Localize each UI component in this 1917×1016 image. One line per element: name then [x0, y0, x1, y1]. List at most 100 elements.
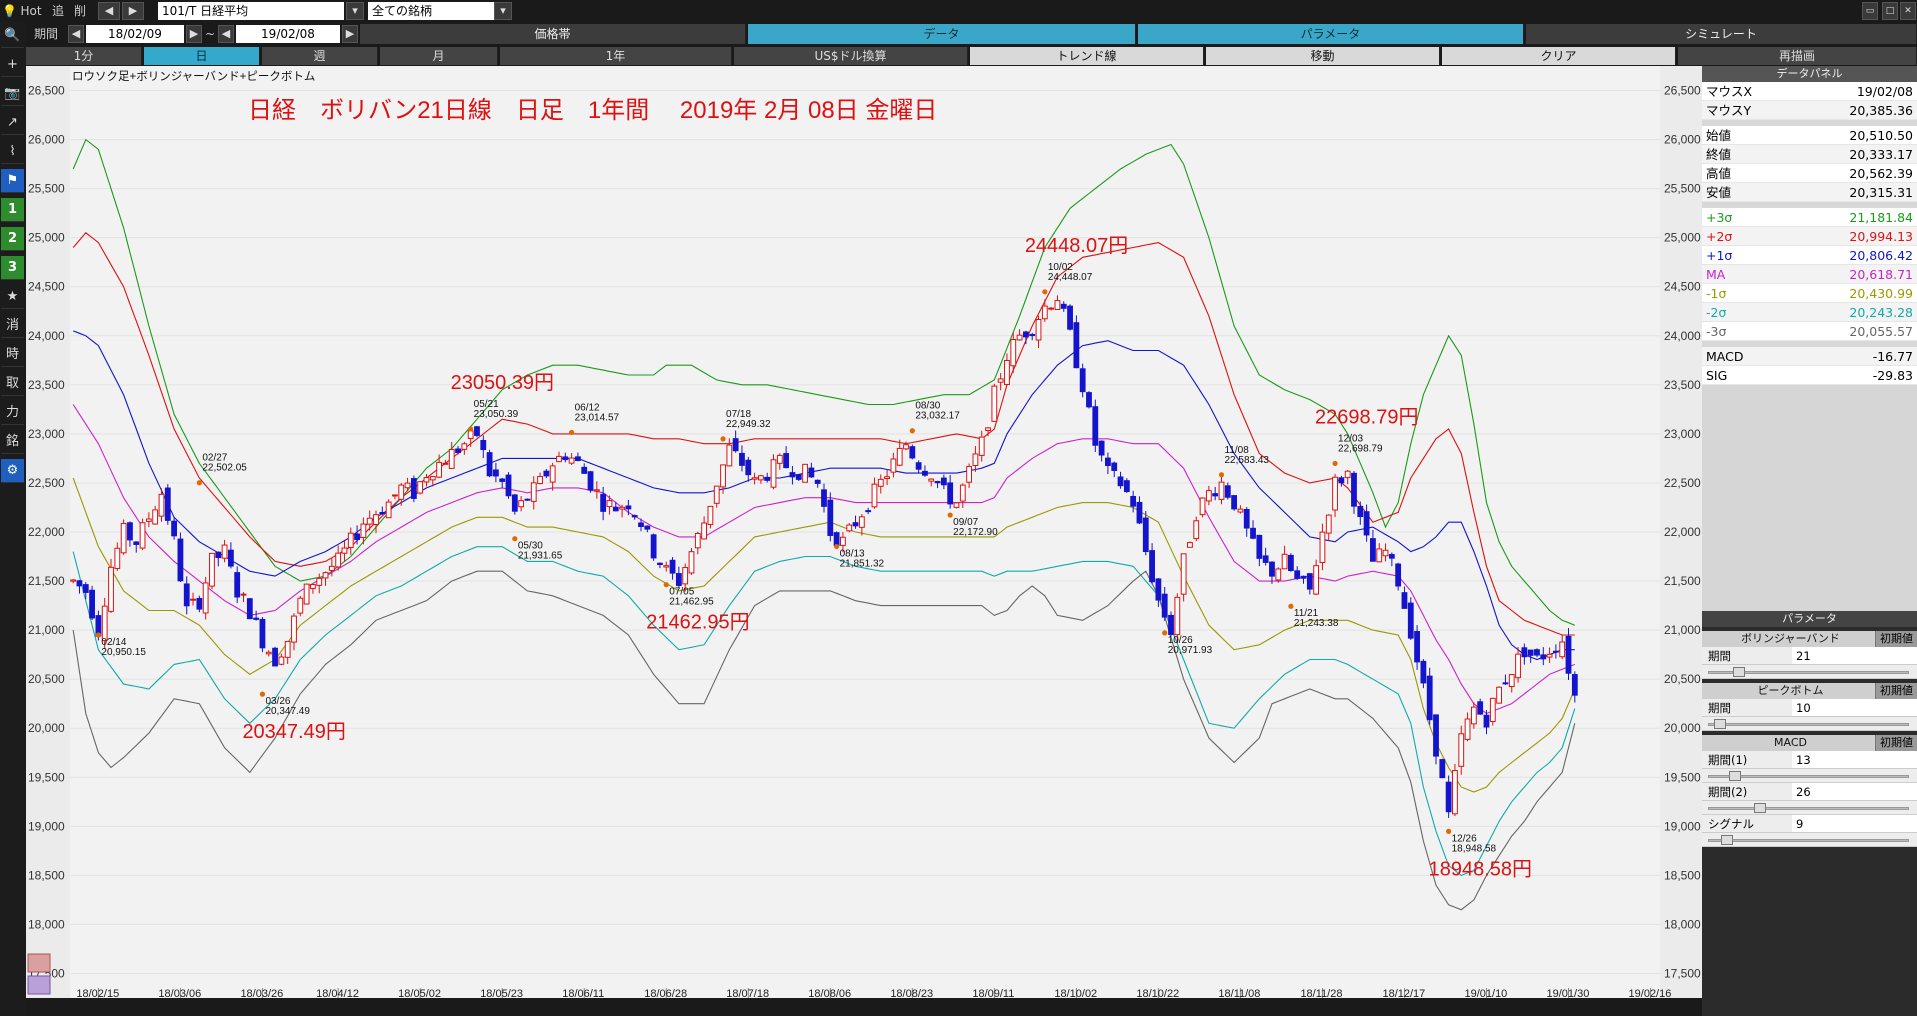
interval-button-1[interactable]: 1分	[26, 47, 142, 65]
layout-3-icon[interactable]: 3	[1, 256, 24, 280]
reset-default-button[interactable]: 初期値	[1875, 683, 1917, 699]
interval-button-6[interactable]: US$ドル換算	[734, 47, 968, 65]
to-prev-icon[interactable]: ◀	[218, 25, 234, 43]
peak-bottom-marker	[1288, 603, 1294, 609]
tab-4[interactable]: シミュレート	[1526, 24, 1917, 44]
tab-2[interactable]: データ	[748, 24, 1136, 44]
market-select[interactable]: 全ての銘柄	[368, 2, 494, 20]
param-field-input[interactable]: 13	[1792, 751, 1917, 768]
layout-1-icon[interactable]: 1	[1, 198, 24, 222]
crosshair-icon[interactable]: +	[1, 53, 24, 77]
jump-button[interactable]: 追	[48, 2, 68, 20]
camera-icon[interactable]: 📷	[1, 82, 24, 106]
slider-knob[interactable]	[1728, 771, 1741, 781]
gear-icon[interactable]: ⚙	[1, 459, 24, 483]
candle-body	[1294, 570, 1301, 579]
candle-body	[814, 479, 821, 484]
slider-knob[interactable]	[1753, 803, 1766, 813]
candle-body	[934, 480, 941, 484]
reset-default-button[interactable]: 初期値	[1875, 631, 1917, 647]
market-dropdown-icon[interactable]: ▾	[494, 2, 512, 20]
param-slider[interactable]	[1702, 665, 1917, 679]
slider-knob[interactable]	[1721, 835, 1734, 845]
param-field-input[interactable]: 9	[1792, 815, 1917, 832]
star-icon[interactable]: ★	[1, 285, 24, 309]
param-field: 期間 21	[1702, 647, 1917, 665]
from-next-icon[interactable]: ▶	[186, 25, 202, 43]
date-to-input[interactable]: 19/02/08	[236, 25, 340, 43]
y-tick-label-right: 24,500	[1664, 280, 1701, 294]
tab-1[interactable]: 価格帯	[360, 24, 746, 44]
reset-default-button[interactable]: 初期値	[1875, 735, 1917, 751]
chart-area[interactable]: 17,500 17,500 18,000 18,000 18,500 18,500 19,0…	[26, 66, 1702, 998]
interval-button-2[interactable]: 日	[144, 47, 260, 65]
from-prev-icon[interactable]: ◀	[68, 25, 84, 43]
line-chart-icon[interactable]: ↗	[1, 111, 24, 135]
y-tick-label-left: 20,500	[28, 672, 65, 686]
interval-button-7[interactable]: トレンド線	[970, 47, 1204, 65]
maximize-window-icon[interactable]: □	[1882, 2, 1898, 20]
date-from-input[interactable]: 18/02/09	[86, 25, 184, 43]
interval-button-3[interactable]: 週	[262, 47, 378, 65]
close-window-icon[interactable]: ✕	[1900, 2, 1916, 20]
candle-body	[1546, 653, 1553, 658]
data-row-value: 20,430.99	[1849, 286, 1913, 301]
candle-body	[1155, 578, 1162, 601]
delete-button[interactable]: 削	[70, 2, 90, 20]
stock-button[interactable]: 銘	[1, 430, 24, 454]
stock-code-input[interactable]: 101/T 日経平均	[158, 2, 344, 20]
data-row-key: 始値	[1706, 128, 1732, 143]
candle-body	[1426, 675, 1433, 721]
timesale-button[interactable]: 時	[1, 343, 24, 367]
next-arrow-icon[interactable]: ▶	[122, 2, 144, 20]
prev-arrow-icon[interactable]: ◀	[98, 2, 120, 20]
param-slider[interactable]	[1702, 769, 1917, 783]
candle-body	[524, 498, 531, 501]
candle-body	[657, 562, 663, 565]
data-row-key: +2σ	[1706, 229, 1733, 244]
indicator-icon[interactable]: ⌇	[1, 140, 24, 164]
interval-button-8[interactable]: 移動	[1206, 47, 1440, 65]
candle-body	[1130, 495, 1137, 507]
search-icon[interactable]: 🔍	[1, 24, 24, 48]
hot-button[interactable]: Hot	[18, 2, 44, 20]
candle-body	[1439, 759, 1446, 779]
candle-body	[1376, 548, 1383, 563]
candle-body	[802, 463, 808, 483]
param-field-input[interactable]: 26	[1792, 783, 1917, 800]
interval-button-9[interactable]: クリア	[1442, 47, 1676, 65]
interval-button-5[interactable]: 1年	[500, 47, 732, 65]
interval-button-10[interactable]: 再描画	[1678, 47, 1917, 65]
param-slider[interactable]	[1702, 801, 1917, 815]
param-slider[interactable]	[1702, 717, 1917, 731]
param-field-input[interactable]: 21	[1792, 647, 1917, 664]
slider-knob[interactable]	[1713, 719, 1726, 729]
param-field-input[interactable]: 10	[1792, 699, 1917, 716]
layout-2-icon[interactable]: 2	[1, 227, 24, 251]
candle-body	[903, 444, 909, 450]
param-slider[interactable]	[1702, 833, 1917, 847]
to-next-icon[interactable]: ▶	[342, 25, 358, 43]
candle-body	[1508, 674, 1515, 687]
peak-bottom-marker	[909, 428, 915, 434]
flag-icon[interactable]: ⚑	[1, 169, 24, 193]
power-button[interactable]: 力	[1, 401, 24, 425]
lightbulb-icon[interactable]: 💡	[2, 2, 17, 20]
slider-knob[interactable]	[1732, 667, 1745, 677]
candle-body	[145, 518, 152, 522]
y-tick-label-right: 18,500	[1664, 868, 1701, 882]
candle-body	[1105, 457, 1111, 467]
candle-body	[347, 532, 354, 548]
interval-button-4[interactable]: 月	[380, 47, 498, 65]
erase-button[interactable]: 消	[1, 314, 24, 338]
candle-body	[978, 436, 985, 456]
candle-body	[1515, 653, 1521, 679]
slider-track	[1708, 807, 1909, 810]
trade-button[interactable]: 取	[1, 372, 24, 396]
restore-window-icon[interactable]: ▭	[1862, 2, 1878, 20]
tab-3[interactable]: パラメータ	[1138, 24, 1524, 44]
candle-body	[581, 466, 588, 474]
candle-body	[537, 476, 543, 485]
candlestick-chart[interactable]: 17,500 17,50018,000 18,00018,500 18,50019,0…	[26, 66, 1702, 998]
code-dropdown-icon[interactable]: ▾	[346, 2, 364, 20]
